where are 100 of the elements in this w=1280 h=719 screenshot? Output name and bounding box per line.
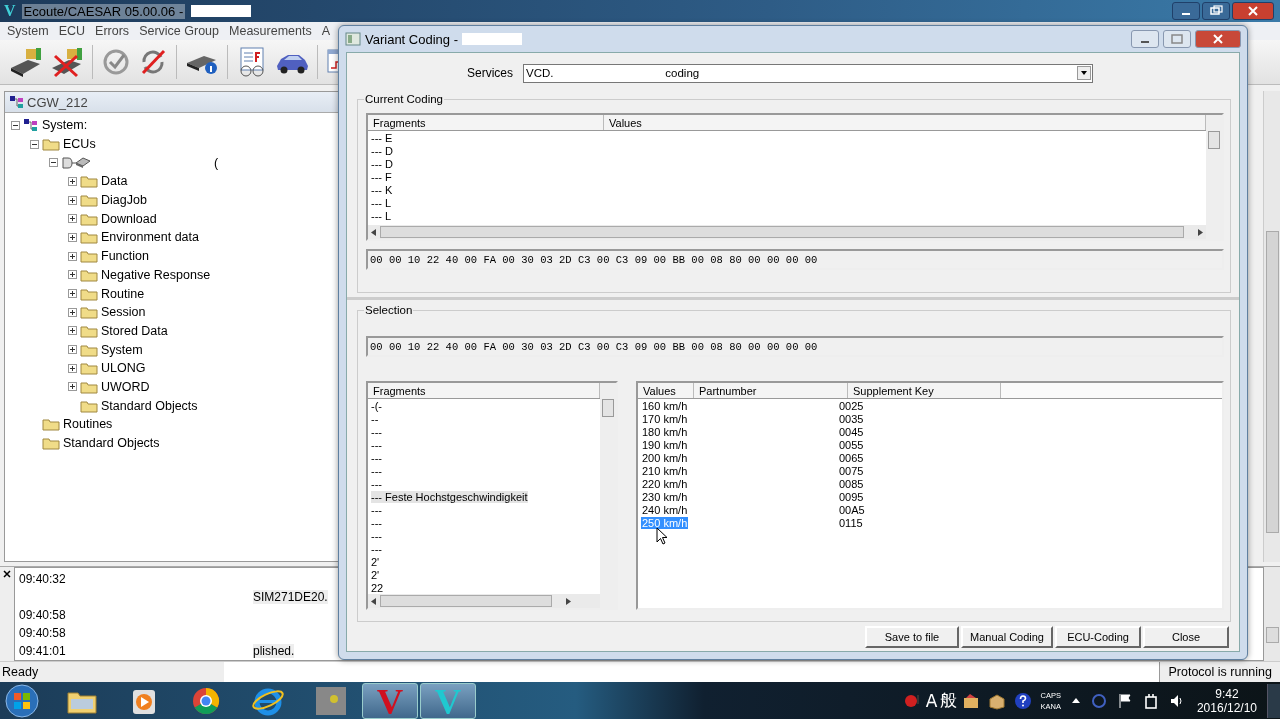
tree-toggle-icon[interactable]: [68, 176, 77, 186]
tree-toggle-icon[interactable]: [49, 158, 58, 168]
column-header[interactable]: Partnumber: [694, 383, 848, 398]
dialog-button[interactable]: Close: [1143, 626, 1229, 648]
tree-item[interactable]: Negative Response: [101, 267, 211, 282]
list-item[interactable]: --: [371, 412, 379, 425]
list-item[interactable]: ---: [371, 425, 382, 438]
help-icon[interactable]: [1013, 691, 1032, 710]
tree-toggle-icon[interactable]: [68, 345, 77, 355]
column-header[interactable]: Fragments: [368, 383, 600, 398]
list-item[interactable]: 22: [371, 581, 384, 594]
tree-toggle-icon[interactable]: [68, 289, 77, 299]
close-icon[interactable]: [3, 570, 11, 578]
menu-item[interactable]: Errors: [90, 24, 135, 38]
column-header[interactable]: Values: [604, 115, 1206, 130]
list-item[interactable]: 2': [371, 555, 380, 568]
tree-toggle-icon[interactable]: [68, 326, 77, 336]
restore-icon[interactable]: [1202, 2, 1230, 20]
tree-item[interactable]: Stored Data: [101, 323, 168, 338]
tree-item[interactable]: (: [94, 155, 219, 170]
table-cell[interactable]: 180 km/h: [641, 425, 689, 438]
tree-toggle-icon[interactable]: [68, 270, 77, 280]
list-item[interactable]: ---: [371, 516, 382, 529]
scrollbar[interactable]: [368, 225, 1206, 239]
ime-mode[interactable]: 般: [939, 689, 957, 712]
tree-toggle-icon[interactable]: [68, 232, 77, 242]
column-header[interactable]: Values: [638, 383, 694, 398]
dialog-button[interactable]: Save to file: [865, 626, 959, 648]
scroll-left-icon[interactable]: [371, 228, 376, 236]
menu-item[interactable]: Measurements: [224, 24, 317, 38]
tree-item[interactable]: Routines: [63, 417, 113, 432]
list-item[interactable]: ---: [371, 542, 382, 555]
tree-toggle-icon[interactable]: [68, 363, 77, 373]
tree-toggle-icon[interactable]: [68, 195, 77, 205]
tree-item[interactable]: Environment data: [101, 230, 199, 245]
tree-item[interactable]: Standard Objects: [63, 436, 160, 451]
table-cell[interactable]: 230 km/h: [641, 490, 689, 503]
column-header[interactable]: Supplement Key: [848, 383, 1001, 398]
list-item[interactable]: ---: [371, 477, 382, 490]
table-cell[interactable]: 210 km/h: [641, 464, 689, 477]
list-item[interactable]: ---: [371, 464, 382, 477]
tree-item[interactable]: UWORD: [101, 379, 150, 394]
tree-toggle-icon[interactable]: [68, 214, 77, 224]
tree-item[interactable]: ULONG: [101, 361, 146, 376]
toolbox-icon[interactable]: [961, 691, 980, 710]
tree-item[interactable]: System:: [42, 118, 88, 133]
table-cell[interactable]: 160 km/h: [641, 399, 689, 412]
device-hand-icon[interactable]: [8, 46, 44, 78]
list-item[interactable]: ---: [371, 529, 382, 542]
services-dropdown[interactable]: VCD. coding: [523, 63, 1093, 83]
list-item[interactable]: ---: [371, 451, 382, 464]
tree-item[interactable]: Function: [101, 249, 149, 264]
list-item[interactable]: -(-: [371, 399, 382, 412]
scroll-left-icon[interactable]: [371, 597, 376, 605]
close-icon[interactable]: [1232, 2, 1274, 20]
menu-item[interactable]: A: [316, 24, 336, 38]
column-header[interactable]: Fragments: [368, 115, 604, 130]
list-item[interactable]: ---: [371, 438, 382, 451]
show-desktop-button[interactable]: [1267, 683, 1280, 718]
tree-toggle-icon[interactable]: [11, 120, 20, 130]
tree-toggle-icon[interactable]: [68, 307, 77, 317]
scroll-right-icon[interactable]: [566, 597, 571, 605]
tree-toggle-icon[interactable]: [68, 251, 77, 261]
minimize-icon[interactable]: [1131, 30, 1159, 48]
tree-toggle-icon[interactable]: [30, 139, 39, 149]
minimize-icon[interactable]: [1172, 2, 1200, 20]
table-cell[interactable]: 220 km/h: [641, 477, 689, 490]
hex-field[interactable]: 00 00 10 22 40 00 FA 00 30 03 2D C3 00 C3 09 00 BB 00 08 80 00 00 00 00: [366, 336, 1224, 357]
scrollbar[interactable]: [1264, 567, 1280, 661]
tree-item[interactable]: ECUs: [63, 137, 96, 152]
menu-item[interactable]: Service Group: [134, 24, 225, 38]
tree-item[interactable]: System: [101, 342, 143, 357]
table-cell[interactable]: 240 km/h: [641, 503, 689, 516]
scrollbar[interactable]: [1263, 91, 1280, 562]
clock-date[interactable]: 2016/12/10: [1196, 700, 1257, 715]
tree-item[interactable]: Data: [101, 174, 128, 189]
list-item[interactable]: --- Feste Hochstgeschwindigkeit: [371, 490, 528, 503]
ime-mode[interactable]: A: [925, 690, 938, 711]
tree-item[interactable]: Download: [101, 211, 157, 226]
tree-toggle-icon[interactable]: [68, 382, 77, 392]
tree-item[interactable]: Session: [101, 305, 146, 320]
circle-icon[interactable]: [1089, 691, 1108, 710]
tree-item[interactable]: Routine: [101, 286, 145, 301]
dialog-button[interactable]: ECU-Coding: [1055, 626, 1141, 648]
start-button[interactable]: [2, 682, 42, 719]
clock-time[interactable]: 9:42: [1215, 686, 1239, 701]
table-cell[interactable]: 190 km/h: [641, 438, 689, 451]
tree-item[interactable]: Standard Objects: [101, 398, 198, 413]
folder-icon: [80, 342, 98, 357]
menu-item[interactable]: ECU: [53, 24, 91, 38]
menu-item[interactable]: System: [2, 24, 54, 38]
list-item[interactable]: ---: [371, 503, 382, 516]
scrollbar[interactable]: [368, 594, 600, 608]
tree-item[interactable]: DiagJob: [101, 193, 147, 208]
dialog-button[interactable]: Manual Coding: [961, 626, 1053, 648]
table-cell[interactable]: 170 km/h: [641, 412, 689, 425]
table-cell[interactable]: 200 km/h: [641, 451, 689, 464]
scroll-right-icon[interactable]: [1198, 228, 1203, 236]
hex-field[interactable]: 00 00 10 22 40 00 FA 00 30 03 2D C3 00 C3 09 00 BB 00 08 80 00 00 00 00: [366, 249, 1224, 270]
list-item[interactable]: 2': [371, 568, 380, 581]
